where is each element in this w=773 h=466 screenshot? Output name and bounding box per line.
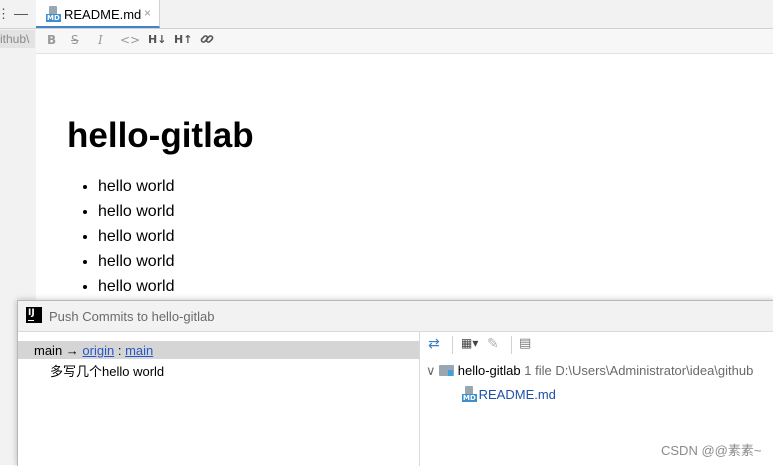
branch-mapping: main → origin : main [34,343,153,358]
arrow: → [62,343,83,358]
local-branch: main [34,343,63,358]
tree-file-node[interactable]: MD README.md [462,383,556,402]
preview-icon[interactable]: ▤ [519,336,531,351]
expand-icon[interactable]: ⇄ [428,336,440,352]
markdown-file-icon: MD [462,386,477,402]
chevron-down-icon[interactable]: ∨ [426,363,436,378]
group-by-icon[interactable]: ▦▾ [461,336,478,350]
files-toolbar: ⇄ ▦▾ ✎ ▤ ⋮ [420,332,773,358]
tree-root-path: D:\Users\Administrator\idea\github [555,363,754,378]
commit-item[interactable]: 多写几个hello world [50,361,164,380]
project-panel-toolbar: ⋮ — [0,0,36,29]
tree-root-node[interactable]: ∨ hello-gitlab 1 file D:\Users\Administr… [426,363,753,379]
decrease-header-button[interactable]: H↓ [148,33,166,46]
link-icon[interactable] [200,32,214,49]
markdown-file-icon: MD [46,6,61,22]
dialog-title: Push Commits to hello-gitlab [49,309,215,324]
module-folder-icon [439,365,455,376]
preview-heading: hello-gitlab [67,116,254,155]
tree-file-name: README.md [478,387,556,402]
branch-separator: : [114,343,126,358]
list-item: hello world [98,252,174,277]
code-button[interactable]: <> [120,33,140,47]
intellij-logo-icon: IJ [26,307,42,323]
markdown-toolbar: B S I <> H↓ H↑ [36,29,773,54]
commits-pane: main → origin : main 多写几个hello world [18,332,420,466]
italic-button[interactable]: I [98,33,103,47]
increase-header-button[interactable]: H↑ [174,33,192,46]
watermark: CSDN @@素素~ [661,443,762,458]
project-tree-path[interactable]: ithub\ [0,30,35,48]
list-item: hello world [98,202,174,227]
close-icon[interactable]: × [144,6,151,20]
remote-branch-link[interactable]: main [125,343,153,358]
strikethrough-button[interactable]: S [71,33,79,47]
dialog-titlebar[interactable]: IJ Push Commits to hello-gitlab [18,301,773,332]
more-icon[interactable]: ⋮ [768,336,773,352]
edit-icon[interactable]: ✎ [487,336,499,352]
list-item: hello world [98,277,174,302]
tree-root-name: hello-gitlab [457,363,521,378]
tree-root-count: 1 file [524,363,552,378]
bold-button[interactable]: B [47,33,56,47]
preview-list: hello world hello world hello world hell… [80,177,174,302]
tab-readme[interactable]: MD README.md × [36,0,160,28]
push-commits-dialog: IJ Push Commits to hello-gitlab main → o… [17,300,773,466]
toolbar-separator [511,336,512,354]
tab-label: README.md [64,7,142,22]
list-item: hello world [98,227,174,252]
hide-panel-icon[interactable]: — [14,5,28,21]
list-item: hello world [98,177,174,202]
remote-link[interactable]: origin [82,343,114,358]
options-icon[interactable]: ⋮ [0,6,10,22]
toolbar-separator [452,336,453,354]
branch-row[interactable]: main → origin : main [18,341,419,359]
